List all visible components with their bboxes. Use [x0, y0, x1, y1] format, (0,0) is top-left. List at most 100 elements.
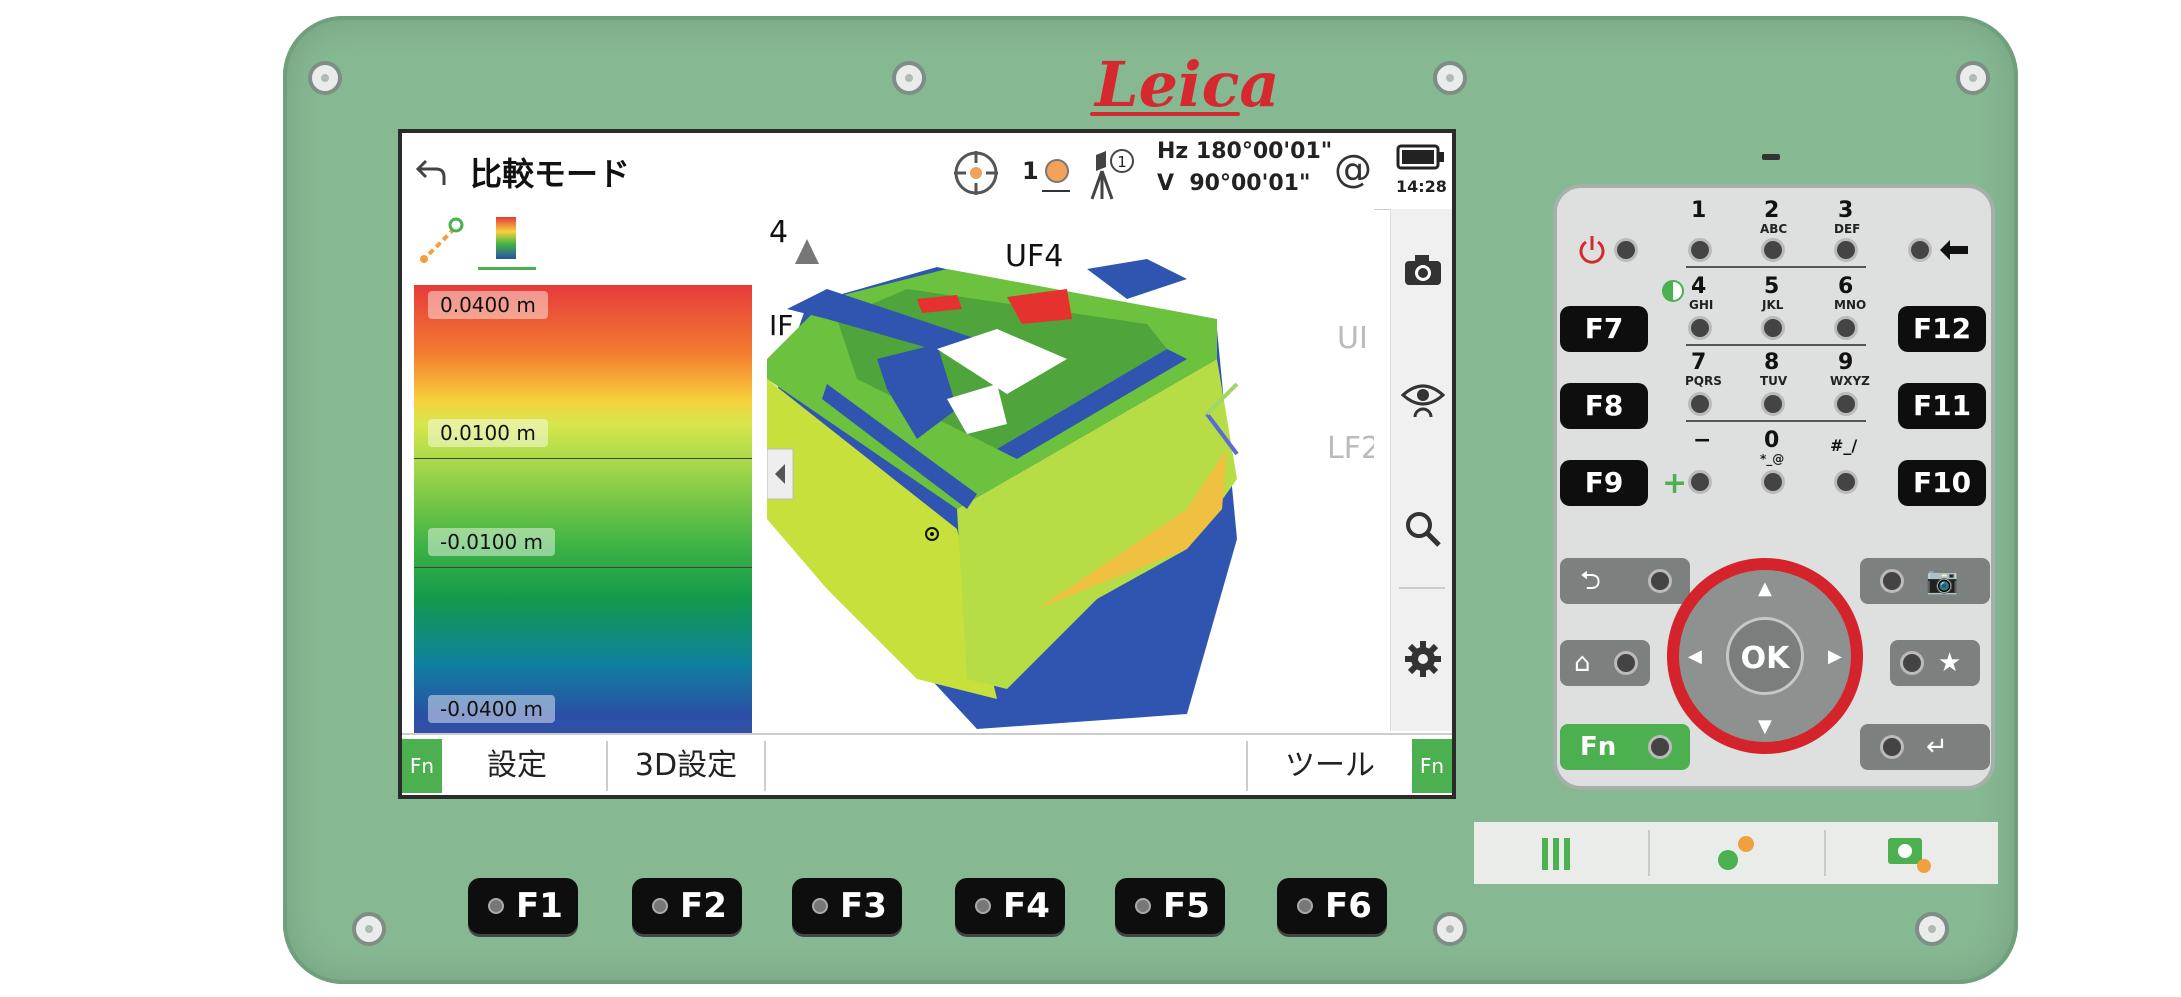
key-6[interactable]	[1834, 316, 1858, 340]
point-cloud-render[interactable]	[767, 209, 1374, 735]
key-9[interactable]	[1834, 392, 1858, 416]
home-key-dot	[1614, 651, 1638, 675]
key-number: 6	[1838, 274, 1854, 299]
f3-key[interactable]: F3	[792, 878, 902, 934]
prism-icon[interactable]	[1042, 157, 1072, 197]
settings-softkey[interactable]: 設定	[442, 735, 592, 795]
key-2[interactable]	[1761, 238, 1785, 262]
home-key[interactable]: ⌂	[1560, 640, 1650, 686]
left-arrow-icon[interactable]: ◀	[1688, 646, 1702, 667]
brand-logo-underline	[1090, 112, 1240, 116]
f10-key[interactable]: F10	[1898, 460, 1986, 506]
crosshair-target-icon[interactable]	[952, 149, 1000, 197]
key-number: 3	[1838, 198, 1854, 223]
view-label: UI	[1337, 321, 1368, 356]
backspace-arrow-icon	[1940, 240, 1968, 260]
star-icon: ★	[1938, 648, 1962, 678]
up-arrow-icon[interactable]: ▲	[1758, 578, 1772, 599]
key-minus[interactable]	[1688, 470, 1712, 494]
key-letters: TUV	[1760, 374, 1788, 388]
key-letters: DEF	[1834, 222, 1861, 236]
gear-icon[interactable]	[1403, 639, 1443, 679]
point-cloud-3d-view[interactable]: 4 UF4 IF UI LF2	[767, 209, 1374, 735]
quick-access-strip	[1474, 822, 1998, 884]
f7-key[interactable]: F7	[1560, 306, 1648, 352]
escape-key[interactable]: ⮌	[1560, 558, 1690, 604]
key-number: 1	[1691, 198, 1707, 223]
fn-key[interactable]: Fn	[1560, 724, 1690, 770]
key-5[interactable]	[1761, 316, 1785, 340]
f8-key[interactable]: F8	[1560, 383, 1648, 429]
key-letters: *_@	[1760, 452, 1785, 466]
camera-settings-icon[interactable]	[1884, 830, 1934, 876]
key-7[interactable]	[1688, 392, 1712, 416]
f6-key[interactable]: F6	[1277, 878, 1387, 934]
f11-key[interactable]: F11	[1898, 383, 1986, 429]
screw	[1956, 61, 1990, 95]
v-value: 90°00'01"	[1189, 171, 1311, 196]
view-label: LF2	[1327, 431, 1374, 466]
f3-key-label: F3	[840, 886, 887, 926]
camera-key[interactable]: 📷	[1860, 558, 1990, 604]
tools-softkey[interactable]: ツール	[1248, 735, 1412, 795]
scale-label-min: -0.0400 m	[428, 695, 556, 723]
camera-key-dot	[1880, 569, 1904, 593]
softkey-bar: Fn 設定 3D設定 ツール Fn	[402, 733, 1452, 795]
key-number: 4	[1691, 274, 1707, 299]
brand-logo: Leica	[1095, 48, 1280, 121]
softkey-separator	[764, 741, 766, 791]
toolbar-divider	[1399, 587, 1445, 589]
camera-icon[interactable]	[1403, 253, 1443, 287]
f9-key[interactable]: F9	[1560, 460, 1648, 506]
search-zoom-icon[interactable]	[1403, 509, 1443, 549]
f4-key[interactable]: F4	[955, 878, 1065, 934]
f1-key[interactable]: F1	[468, 878, 578, 934]
scale-threshold-line	[414, 567, 752, 568]
favourites-key[interactable]: ★	[1890, 640, 1980, 686]
settings-3d-softkey[interactable]: 3D設定	[608, 735, 764, 795]
key-3[interactable]	[1834, 238, 1858, 262]
svg-text:1: 1	[1117, 153, 1127, 171]
battery-icon	[1396, 144, 1444, 170]
v-label: V	[1157, 171, 1175, 196]
fn-softkey-left[interactable]: Fn	[402, 739, 442, 793]
contrast-icon	[1662, 280, 1684, 302]
fn-softkey-right[interactable]: Fn	[1412, 739, 1452, 793]
key-number: 2	[1764, 198, 1780, 223]
keypad-row-divider	[1686, 344, 1866, 346]
favourites-key-dot	[1900, 651, 1924, 675]
key-letters: WXYZ	[1830, 374, 1870, 388]
level-bubble-icon[interactable]	[1536, 834, 1576, 874]
power-button[interactable]	[1614, 238, 1638, 262]
settings-gears-icon[interactable]	[1710, 830, 1760, 876]
screw	[1433, 912, 1467, 946]
key-letters: ABC	[1760, 222, 1788, 236]
key-4[interactable]	[1688, 316, 1712, 340]
target-count: 1	[1022, 157, 1039, 185]
instrument-setup-icon[interactable]: 1	[1088, 147, 1136, 201]
key-0[interactable]	[1761, 470, 1785, 494]
enter-key[interactable]: ↵	[1860, 724, 1990, 770]
backspace-button[interactable]	[1908, 238, 1932, 262]
down-arrow-icon[interactable]: ▼	[1758, 716, 1772, 737]
point-to-surface-icon[interactable]	[416, 215, 466, 267]
color-scale-icon[interactable]	[488, 215, 524, 265]
fn-key-label: Fn	[1580, 732, 1617, 762]
keypad-row-divider	[1686, 266, 1866, 268]
hz-label: Hz	[1157, 139, 1189, 164]
key-hash[interactable]	[1834, 470, 1858, 494]
f5-key[interactable]: F5	[1115, 878, 1225, 934]
key-number: 7	[1691, 350, 1707, 375]
f12-key[interactable]: F12	[1898, 306, 1986, 352]
right-arrow-icon[interactable]: ▶	[1828, 646, 1842, 667]
key-letters: JKL	[1762, 298, 1784, 312]
ok-button[interactable]: OK	[1726, 617, 1804, 695]
back-arrow-icon[interactable]	[414, 155, 448, 189]
connection-at-icon[interactable]: @	[1334, 147, 1372, 191]
visibility-toggle-icon[interactable]	[1401, 379, 1445, 429]
key-1[interactable]	[1688, 238, 1712, 262]
f2-key[interactable]: F2	[632, 878, 742, 934]
fn-key-dot	[1648, 735, 1672, 759]
f4-key-label: F4	[1003, 886, 1050, 926]
key-8[interactable]	[1761, 392, 1785, 416]
